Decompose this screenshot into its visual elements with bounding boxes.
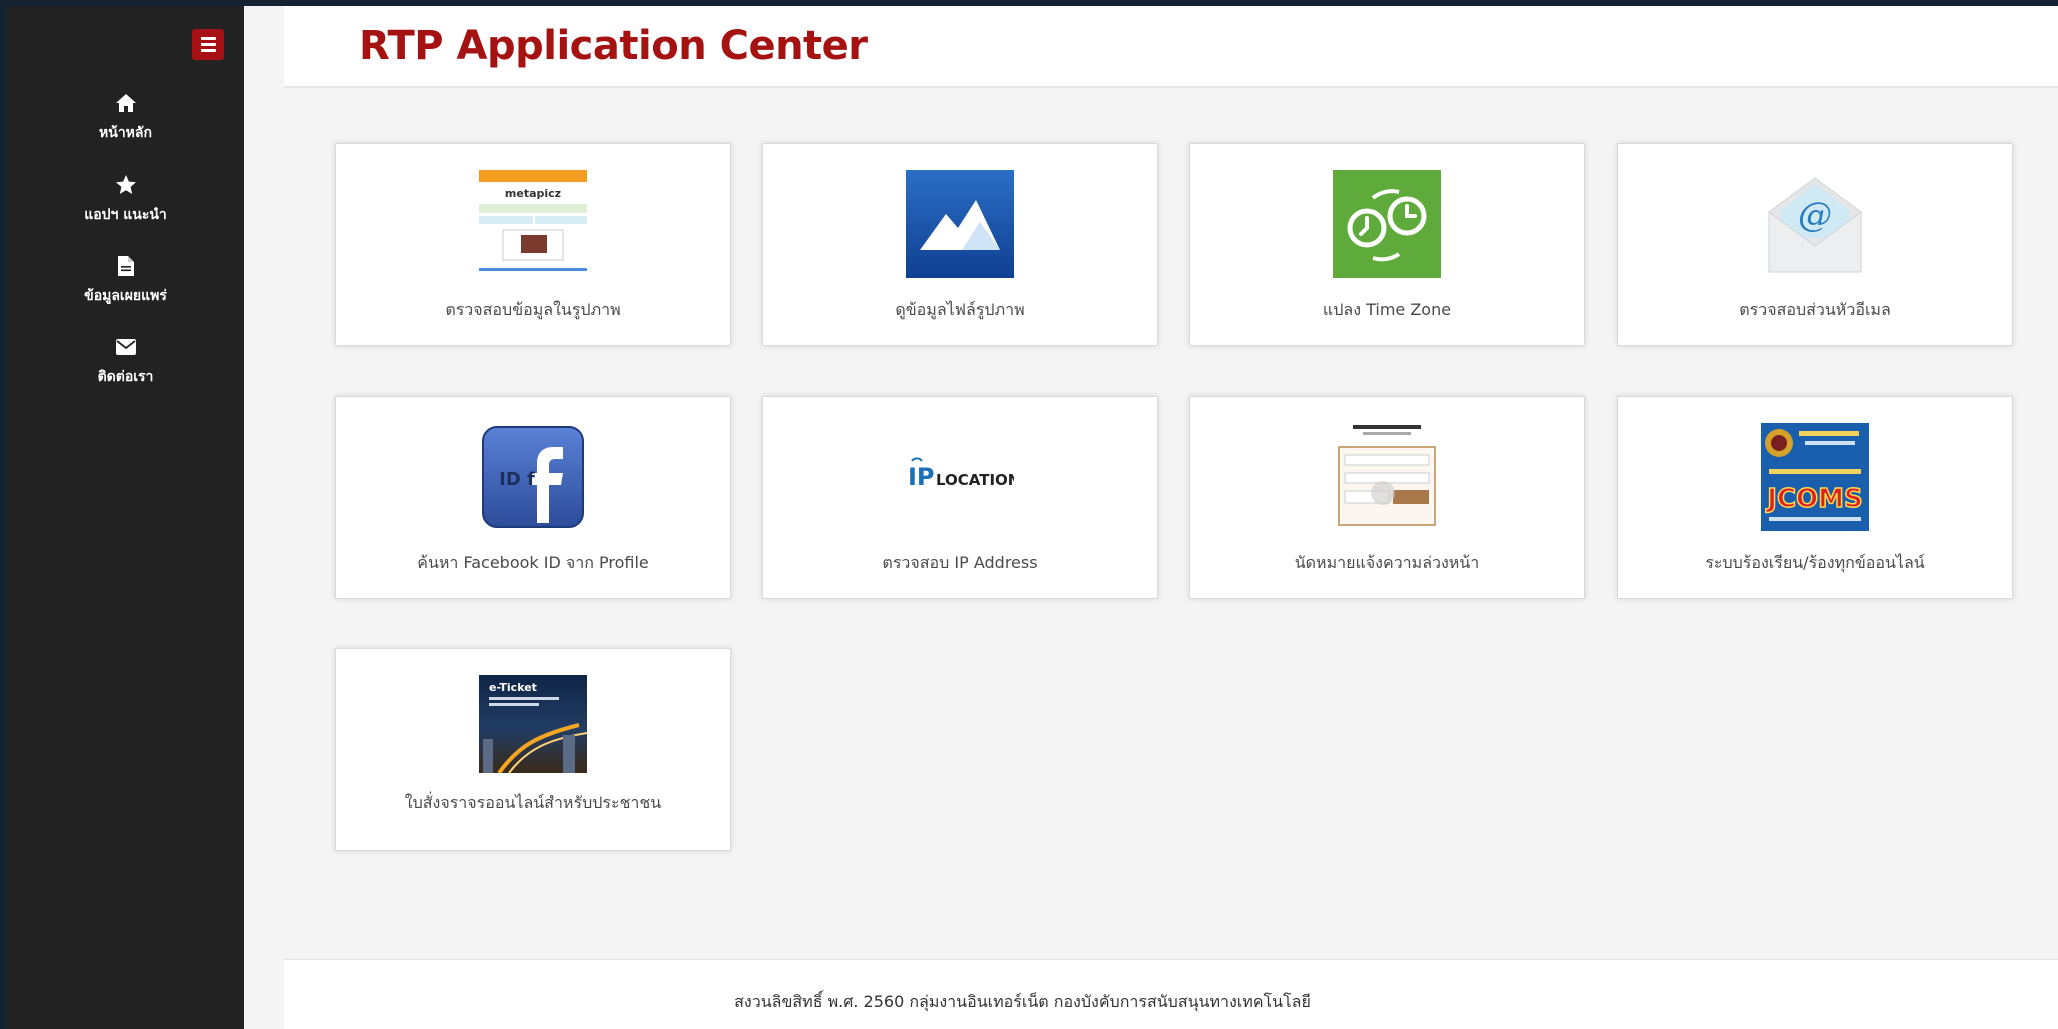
app-card-label: แปลง Time Zone: [1322, 300, 1452, 319]
e-ticket-thumbnail: e-Ticket: [479, 675, 587, 773]
sidebar-item-home[interactable]: หน้าหลัก: [7, 90, 244, 160]
app-card-ip-location[interactable]: IP LOCATION ตรวจสอบ IP Address: [762, 396, 1158, 599]
app-card-jcoms[interactable]: JCOMS ระบบร้องเรียน/ร้องทุกข์ออนไลน์: [1617, 396, 2013, 599]
app-card-image-file-info[interactable]: ดูข้อมูลไฟล์รูปภาพ: [762, 143, 1158, 346]
svg-text:e-Ticket: e-Ticket: [489, 681, 537, 694]
ip-location-logo: IP LOCATION: [906, 423, 1014, 531]
svg-text:@: @: [1798, 195, 1832, 235]
svg-text:JCOMS: JCOMS: [1765, 484, 1862, 514]
app-card-label: ตรวจสอบข้อมูลในรูปภาพ: [445, 300, 621, 319]
sidebar: หน้าหลัก แอปฯ แนะนำ ข้อมูลเผยแพร่ ติดต่อ…: [7, 6, 244, 1029]
jcoms-logo: JCOMS: [1761, 423, 1869, 531]
app-card-label: นัดหมายแจ้งความล่วงหน้า: [1294, 553, 1480, 572]
menu-toggle-button[interactable]: [192, 29, 224, 60]
app-card-label: ตรวจสอบส่วนหัวอีเมล: [1739, 300, 1891, 319]
envelope-icon: [113, 334, 139, 360]
metapicz-thumbnail: metapicz: [479, 170, 587, 278]
mountain-icon: [906, 170, 1014, 278]
file-icon: [113, 253, 139, 279]
sidebar-item-label: ติดต่อเรา: [97, 369, 154, 385]
app-card-label: ระบบร้องเรียน/ร้องทุกข์ออนไลน์: [1705, 553, 1925, 572]
sidebar-item-recommended[interactable]: แอปฯ แนะนำ: [7, 172, 244, 242]
app-card-metapicz[interactable]: metapicz ตรวจสอบข้อมูลในรูปภาพ: [335, 143, 731, 346]
app-card-label: ดูข้อมูลไฟล์รูปภาพ: [895, 300, 1025, 319]
app-window: หน้าหลัก แอปฯ แนะนำ ข้อมูลเผยแพร่ ติดต่อ…: [7, 6, 2058, 1029]
appointment-thumbnail: [1333, 423, 1441, 531]
svg-text:ID f: ID f: [499, 469, 535, 490]
sidebar-item-label: ข้อมูลเผยแพร่: [84, 288, 167, 304]
svg-text:LOCATION: LOCATION: [936, 471, 1014, 489]
app-card-e-ticket[interactable]: e-Ticket ใบสั่งจราจรออนไลน์สำหรับประชาชน: [335, 648, 731, 851]
app-card-label: ค้นหา Facebook ID จาก Profile: [417, 553, 649, 572]
header: RTP Application Center: [284, 6, 2058, 88]
menu-icon: [200, 37, 216, 40]
footer: สงวนลิขสิทธิ์ พ.ศ. 2560 กลุ่มงานอินเทอร์…: [284, 959, 2058, 1029]
facebook-icon: ID f: [479, 423, 587, 531]
home-icon: [113, 90, 139, 116]
sidebar-item-contact[interactable]: ติดต่อเรา: [7, 334, 244, 404]
sidebar-item-publications[interactable]: ข้อมูลเผยแพร่: [7, 253, 244, 323]
app-card-label: ตรวจสอบ IP Address: [882, 553, 1038, 572]
sidebar-item-label: แอปฯ แนะนำ: [84, 207, 167, 223]
app-card-time-zone[interactable]: แปลง Time Zone: [1189, 143, 1585, 346]
email-icon: @: [1761, 170, 1869, 278]
page-title: RTP Application Center: [359, 23, 868, 69]
sidebar-item-label: หน้าหลัก: [99, 125, 152, 141]
app-card-appointment[interactable]: นัดหมายแจ้งความล่วงหน้า: [1189, 396, 1585, 599]
app-card-email-header[interactable]: @ ตรวจสอบส่วนหัวอีเมล: [1617, 143, 2013, 346]
clock-icon: [1333, 170, 1441, 278]
app-card-facebook-id[interactable]: ID f ค้นหา Facebook ID จาก Profile: [335, 396, 731, 599]
svg-text:IP: IP: [908, 463, 935, 491]
svg-text:metapicz: metapicz: [505, 187, 561, 200]
footer-copyright: สงวนลิขสิทธิ์ พ.ศ. 2560 กลุ่มงานอินเทอร์…: [734, 992, 1311, 1011]
app-card-label: ใบสั่งจราจรออนไลน์สำหรับประชาชน: [404, 793, 662, 812]
star-icon: [113, 172, 139, 198]
